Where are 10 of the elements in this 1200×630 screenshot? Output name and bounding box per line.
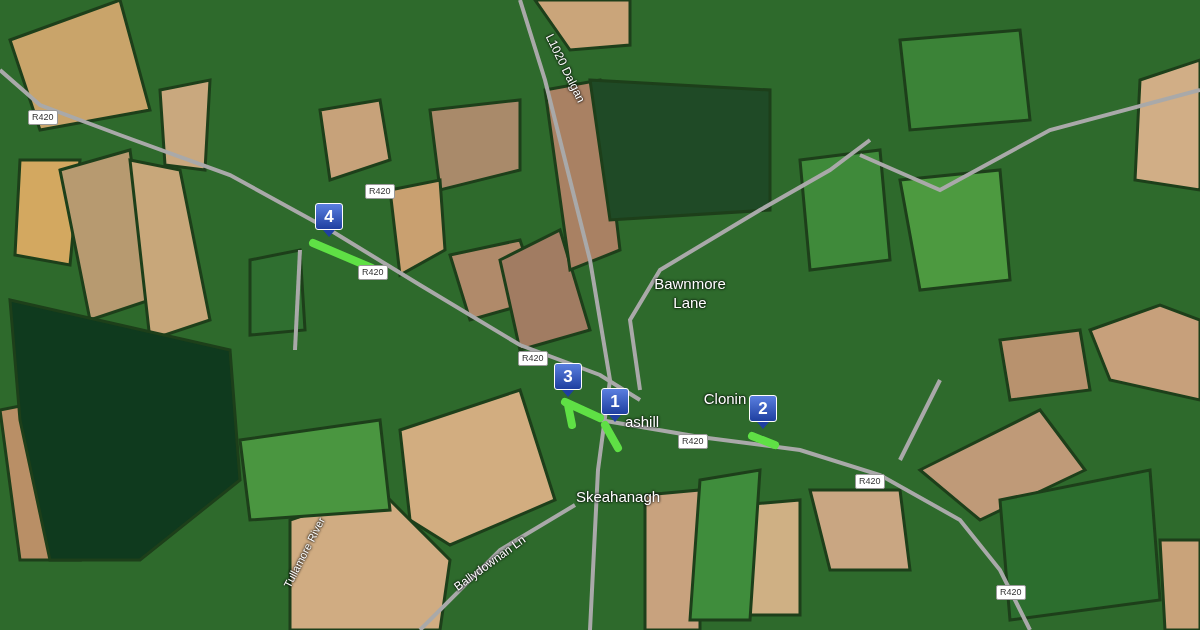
place-name-label: Bawnmore Lane (653, 275, 727, 313)
place-name-label: Clonin (702, 390, 748, 409)
road-number-label: R420 (365, 184, 395, 199)
road-number-label: R420 (518, 351, 548, 366)
highlighted-route-segment (748, 432, 779, 449)
road-number-label: R420 (678, 434, 708, 449)
road-number-label: R420 (28, 110, 58, 125)
road-number-label: R420 (358, 265, 388, 280)
road-number-label: R420 (996, 585, 1026, 600)
road-number-label: R420 (855, 474, 885, 489)
